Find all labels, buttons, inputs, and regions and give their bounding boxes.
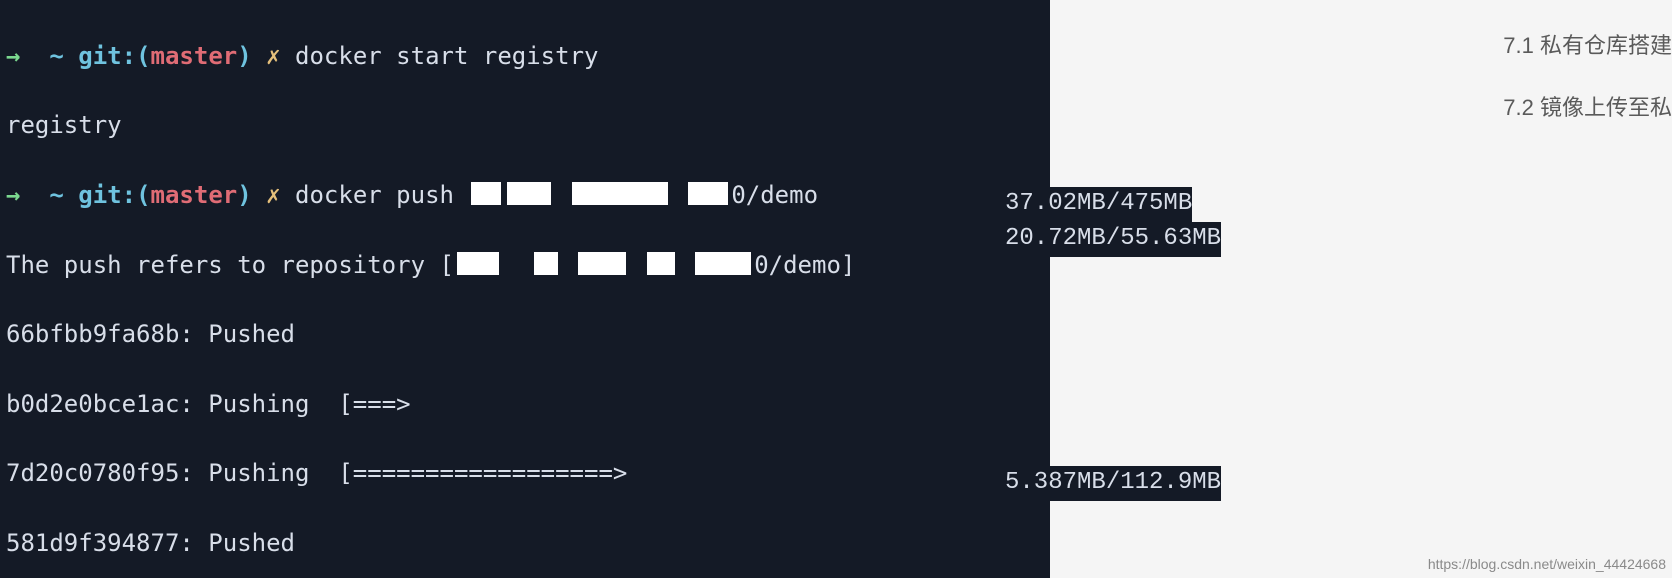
command-1: docker start registry [295,42,598,70]
redaction [471,182,501,205]
push-refers-line: The push refers to repository [ 0/demo] [6,248,1044,283]
layer-status: Pushed [208,320,295,348]
git-branch: master [151,42,238,70]
progress-size-wrap: ] 5.387MB/112.9MB [1005,466,1023,501]
redaction [647,252,675,275]
prompt-cwd: ~ [49,42,63,70]
watermark-text: https://blog.csdn.net/weixin_44424668 [1428,554,1666,574]
prompt-dirty-icon: ✗ [266,42,280,70]
redaction [534,252,558,275]
command-1-output: registry [6,108,1044,143]
git-label: git: [78,42,136,70]
progress-size: 37.02MB/475MB [1005,187,1192,222]
command-2: docker push 0/demo [295,181,818,209]
redaction [695,252,751,275]
layer-hash: 581d9f394877 [6,529,179,557]
layer-hash: 7d20c0780f95 [6,459,179,487]
progress-size-wrap: ] 37.02MB/475MB [1005,187,1023,222]
sidebar-item-2[interactable]: 7.2 镜像上传至私 [1503,92,1672,124]
progress-size: 5.387MB/112.9MB [1005,466,1221,501]
terminal-output: → ~ git:(master) ✗ docker start registry… [0,0,1050,578]
layer-line: b0d2e0bce1ac: Pushing [===> [6,387,1044,422]
redaction [457,252,499,275]
progress-bar: [==================> [338,459,627,487]
redaction [578,252,626,275]
redaction [688,182,728,205]
progress-size: 20.72MB/55.63MB [1005,222,1221,257]
layer-status: Pushing [208,390,309,418]
layer-status: Pushed [208,529,295,557]
layer-line: 66bfbb9fa68b: Pushed [6,317,1044,352]
redaction [507,182,551,205]
prompt-arrow: → [6,42,20,70]
layer-line: 581d9f394877: Pushed [6,526,1044,561]
sidebar-item-1[interactable]: 7.1 私有仓库搭建 [1503,30,1672,62]
progress-size-wrap: ] 20.72MB/55.63MB [1005,222,1023,257]
prompt-line-1[interactable]: → ~ git:(master) ✗ docker start registry [6,39,1044,74]
layer-hash: b0d2e0bce1ac [6,390,179,418]
layer-hash: 66bfbb9fa68b [6,320,179,348]
layer-status: Pushing [208,459,309,487]
redaction [572,182,668,205]
layer-line: 7d20c0780f95: Pushing [=================… [6,456,1044,491]
prompt-line-2[interactable]: → ~ git:(master) ✗ docker push 0/demo [6,178,1044,213]
progress-bar: [===> [338,390,410,418]
